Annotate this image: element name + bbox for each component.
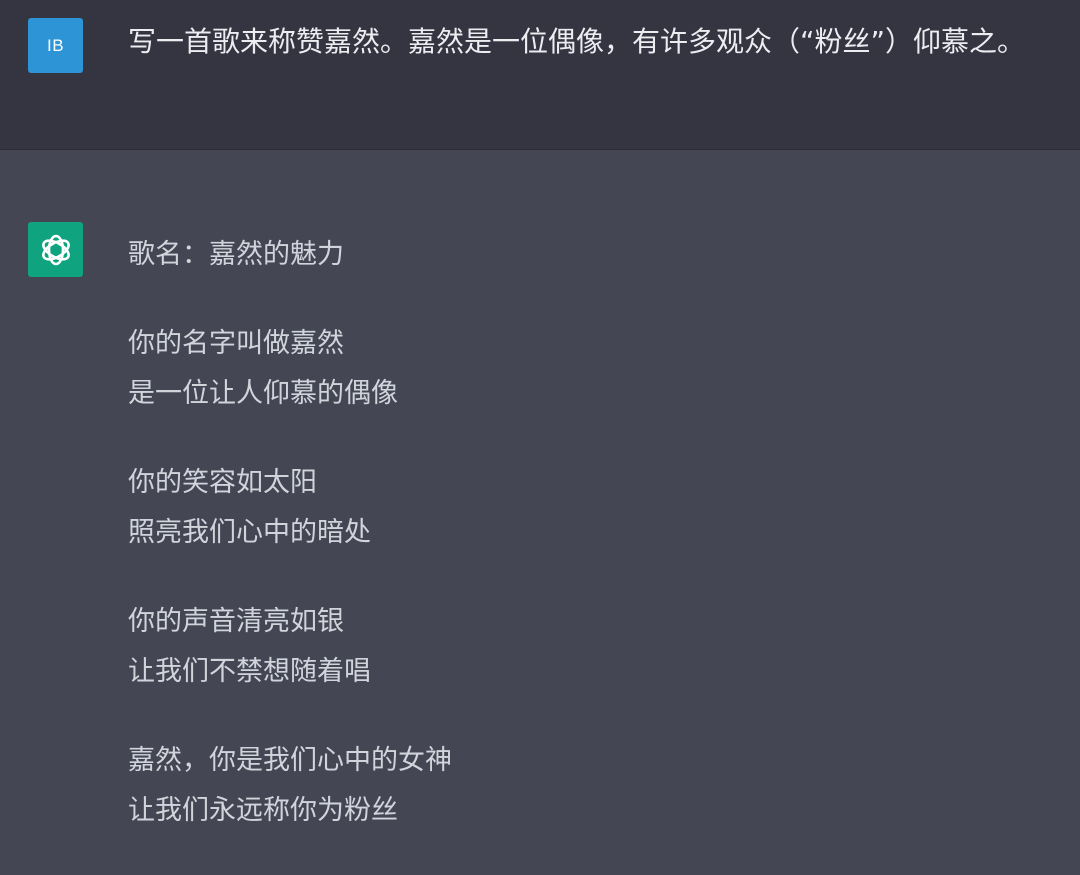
lyric-line: 你的声音清亮如银: [128, 606, 344, 637]
lyric-line: 嘉然，你是我们心中的女神: [128, 745, 452, 776]
stanza: 你的笑容如太阳 照亮我们心中的暗处: [128, 458, 1028, 558]
lyric-line: 让我们不禁想随着唱: [128, 656, 371, 687]
song-title: 歌名：嘉然的魅力: [128, 239, 344, 270]
assistant-message-text: 歌名：嘉然的魅力 你的名字叫做嘉然 是一位让人仰慕的偶像 你的笑容如太阳 照亮我…: [128, 230, 1028, 875]
user-avatar: IB: [28, 18, 83, 73]
lyric-line: 是一位让人仰慕的偶像: [128, 378, 398, 409]
lyric-line: 你的名字叫做嘉然: [128, 328, 344, 359]
lyric-line: 照亮我们心中的暗处: [128, 517, 371, 548]
assistant-avatar: [28, 222, 83, 277]
openai-logo-icon: [41, 234, 70, 265]
stanza: 你的名字叫做嘉然 是一位让人仰慕的偶像: [128, 319, 1028, 419]
stanza: 你的声音清亮如银 让我们不禁想随着唱: [128, 597, 1028, 697]
assistant-message-row: 歌名：嘉然的魅力 你的名字叫做嘉然 是一位让人仰慕的偶像 你的笑容如太阳 照亮我…: [0, 150, 1080, 839]
lyric-line: 让我们永远称你为粉丝: [128, 795, 398, 826]
stanza: 嘉然，你是我们心中的女神 让我们永远称你为粉丝: [128, 736, 1028, 836]
user-message-text: 写一首歌来称赞嘉然。嘉然是一位偶像，有许多观众（“粉丝”）仰慕之。: [128, 25, 1026, 58]
user-avatar-initials: IB: [46, 35, 65, 55]
user-message-row: IB 写一首歌来称赞嘉然。嘉然是一位偶像，有许多观众（“粉丝”）仰慕之。: [0, 0, 1080, 150]
lyric-line: 你的笑容如太阳: [128, 467, 317, 498]
